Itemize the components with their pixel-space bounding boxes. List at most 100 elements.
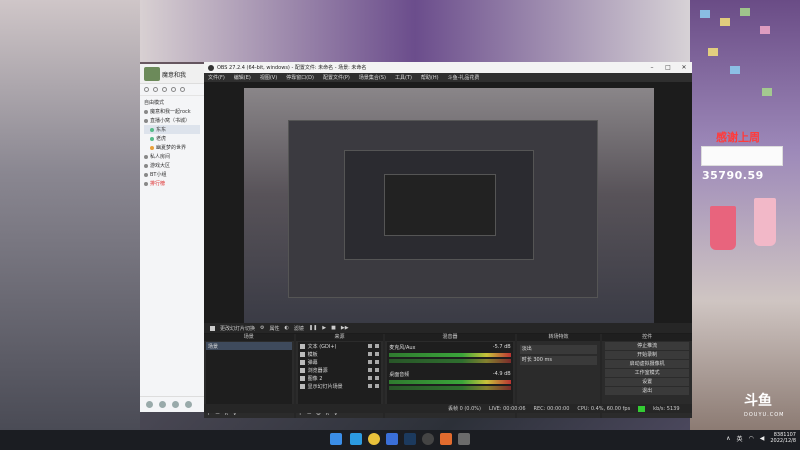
menu-douyu-plugin[interactable]: 斗鱼-礼品花费 [448,74,480,81]
mixer-dock-title: 混音器 [385,334,515,341]
close-icon[interactable]: ✕ [676,62,692,73]
duration-field[interactable]: 时长 300 ms [519,356,598,365]
chevron-up-icon[interactable]: ∧ [726,435,730,442]
search-icon[interactable] [180,87,185,92]
play-icon[interactable]: ▶ [322,325,326,331]
lock-icon[interactable] [375,384,380,388]
settings-icon[interactable] [185,401,192,408]
menu-edit[interactable]: 编辑(E) [234,74,251,81]
stop-icon[interactable]: ■ [331,325,336,331]
contacts-icon[interactable] [153,87,158,92]
start-menu-icon[interactable] [330,433,342,445]
gear-icon[interactable]: ⚙ [260,325,264,331]
list-item[interactable]: 模板 [298,350,382,358]
preview-canvas[interactable] [244,88,654,324]
eye-icon[interactable] [368,376,373,380]
edge-browser-icon[interactable] [350,433,362,445]
douyu-taskbar-icon[interactable] [440,433,452,445]
clock[interactable]: 8381107 2022/12/8 [770,432,796,444]
studio-mode-button[interactable]: 工作室模式 [605,369,689,377]
menu-scene-collection[interactable]: 场景集合(S) [359,74,386,81]
transition-select[interactable]: 淡出 [519,345,598,354]
menu-view[interactable]: 视图(V) [260,74,277,81]
menu-docks[interactable]: 停靠窗口(D) [286,74,314,81]
dropped-frames: 丢帧 0 (0.0%) [448,406,481,412]
eye-icon[interactable] [368,352,373,356]
steam-icon[interactable] [404,433,416,445]
list-item[interactable]: 游戏大区 [144,161,200,170]
filters-button[interactable]: 滤镜 [294,325,304,332]
properties-button[interactable]: 属性 [270,325,280,332]
list-item[interactable]: 东东 [144,125,200,134]
settings-button[interactable]: 设置 [605,378,689,386]
expand-icon [144,118,148,123]
obs-taskbar-icon[interactable] [422,433,434,445]
list-item[interactable]: 老虎 [144,134,200,143]
text-icon [299,343,305,349]
cpu-usage: CPU: 0.4%, 60.00 fps [577,405,631,412]
start-recording-button[interactable]: 开始录制 [605,351,689,359]
list-item[interactable]: 幽夏梦的世界 [144,143,200,152]
user-icon[interactable] [144,87,149,92]
chat-toolbar [140,84,204,96]
chat-channel-list: 自由模式 魔意和我一起rock 直播小窝（书城） 东东 老虎 幽夏梦的世界 私人… [140,96,204,190]
list-item[interactable]: 直播小窝（书城） [144,116,200,125]
slideshow-toggle[interactable]: 更改幻灯片切换 [220,325,255,332]
menu-help[interactable]: 帮助(H) [421,74,439,81]
obs-window-title: OBS 27.2.4 (64-bit, windows) - 配置文件: 未命名… [217,65,367,71]
list-item[interactable]: 浏览器源 [298,366,382,374]
eye-icon[interactable] [368,344,373,348]
douyu-logo-domain: DOUYU.COM [744,412,785,418]
list-item[interactable]: 文本 (GDI+) [298,342,382,350]
lock-icon[interactable] [375,344,380,348]
list-item[interactable]: 自由模式 [144,98,200,107]
add-icon[interactable] [171,87,176,92]
eye-icon[interactable] [368,368,373,372]
eye-icon[interactable] [368,384,373,388]
obs-menu-bar: 文件(F) 编辑(E) 视图(V) 停靠窗口(D) 配置文件(P) 场景集合(S… [204,73,692,82]
exit-button[interactable]: 退出 [605,387,689,395]
next-icon[interactable]: ▶▶ [341,325,349,331]
maximize-icon[interactable]: □ [660,62,676,73]
list-item[interactable]: BT小组 [144,170,200,179]
file-explorer-icon[interactable] [386,433,398,445]
overlay-thanks-text: 感谢上周 [716,131,760,144]
list-item[interactable]: 私人房间 [144,152,200,161]
list-item[interactable]: 魔意和我一起rock [144,107,200,116]
list-item[interactable]: 场景 [206,342,292,350]
language-indicator[interactable]: 英 [736,434,742,443]
network-icon[interactable]: ◠ [748,435,753,442]
chat-app-window: 魔意和我 自由模式 魔意和我一起rock 直播小窝（书城） 东东 老虎 幽夏梦的… [140,64,204,412]
lock-icon[interactable] [375,368,380,372]
minimize-icon[interactable]: – [644,62,660,73]
list-item[interactable]: 排行榜 [144,179,200,188]
virtual-camera-button[interactable]: 启动虚拟摄像机 [605,360,689,368]
app-icon[interactable] [458,433,470,445]
avatar[interactable] [146,401,153,408]
mixer-channel-level: -4.9 dB [492,371,511,377]
filter-icon[interactable]: ◐ [285,325,289,331]
lock-icon[interactable] [375,376,380,380]
pause-icon[interactable]: ❚❚ [309,325,317,331]
mic-icon[interactable] [159,401,166,408]
menu-file[interactable]: 文件(F) [208,74,225,81]
menu-profile[interactable]: 配置文件(P) [323,74,350,81]
list-item[interactable]: 图像 2 [298,374,382,382]
speaker-icon[interactable] [172,401,179,408]
group-icon[interactable] [162,87,167,92]
avatar[interactable] [144,67,160,81]
mixer-channel: 桌面音频 -4.9 dB [387,369,512,396]
lock-icon[interactable] [375,352,380,356]
volume-slider[interactable] [389,359,511,363]
live-timer: LIVE: 00:00:06 [488,405,526,412]
volume-slider[interactable] [389,386,511,390]
list-item[interactable]: 弹幕 [298,358,382,366]
list-item[interactable]: 显示幻灯片场景 [298,382,382,390]
speaker-icon[interactable]: ◀ [760,435,765,442]
lock-icon[interactable] [375,360,380,364]
chrome-icon[interactable] [368,433,380,445]
controls-dock-title: 控件 [602,334,692,341]
eye-icon[interactable] [368,360,373,364]
stop-streaming-button[interactable]: 停止推流 [605,342,689,350]
menu-tools[interactable]: 工具(T) [395,74,412,81]
